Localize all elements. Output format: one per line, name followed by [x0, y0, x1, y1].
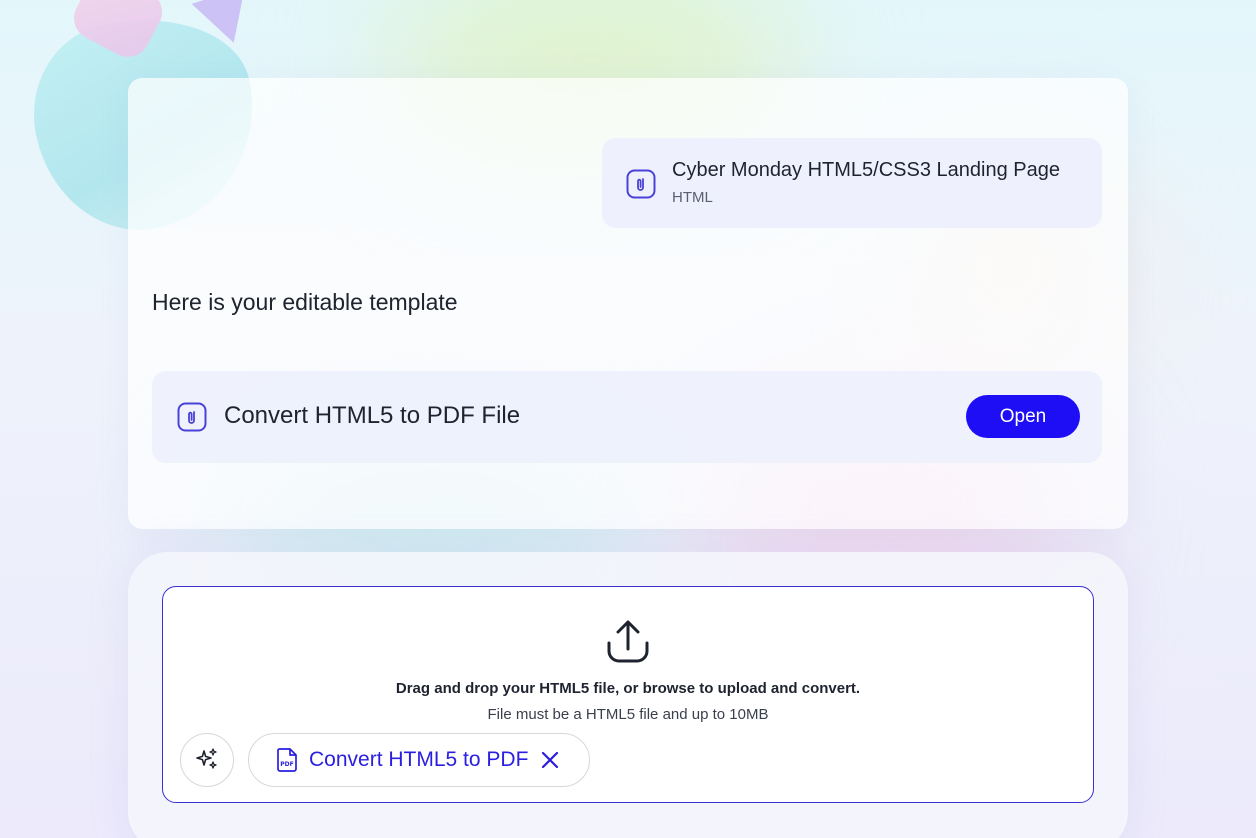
pdf-file-icon: PDF	[275, 747, 299, 773]
close-icon[interactable]	[540, 750, 560, 770]
result-file-card: Convert HTML5 to PDF File Open	[152, 371, 1102, 463]
dropzone-constraints: File must be a HTML5 file and up to 10MB	[487, 706, 769, 723]
upload-icon	[605, 617, 651, 668]
uploaded-file-chip[interactable]: Cyber Monday HTML5/CSS3 Landing Page HTM…	[602, 138, 1102, 228]
file-type: HTML	[672, 189, 713, 206]
tool-label: Convert HTML5 to PDF	[309, 748, 529, 771]
magic-button[interactable]	[180, 733, 234, 787]
sparkles-icon	[195, 747, 219, 774]
file-title: Cyber Monday HTML5/CSS3 Landing Page	[672, 159, 1060, 181]
open-button[interactable]: Open	[966, 395, 1080, 438]
result-file-title: Convert HTML5 to PDF File	[224, 402, 521, 429]
assistant-message: Here is your editable template	[152, 289, 458, 315]
attachment-icon	[177, 402, 207, 437]
svg-text:PDF: PDF	[280, 761, 293, 768]
selected-tool-chip[interactable]: PDF Convert HTML5 to PDF	[248, 733, 590, 787]
dropzone-instructions: Drag and drop your HTML5 file, or browse…	[395, 680, 861, 697]
file-dropzone[interactable]: Drag and drop your HTML5 file, or browse…	[162, 586, 1094, 803]
attachment-icon	[626, 169, 656, 204]
